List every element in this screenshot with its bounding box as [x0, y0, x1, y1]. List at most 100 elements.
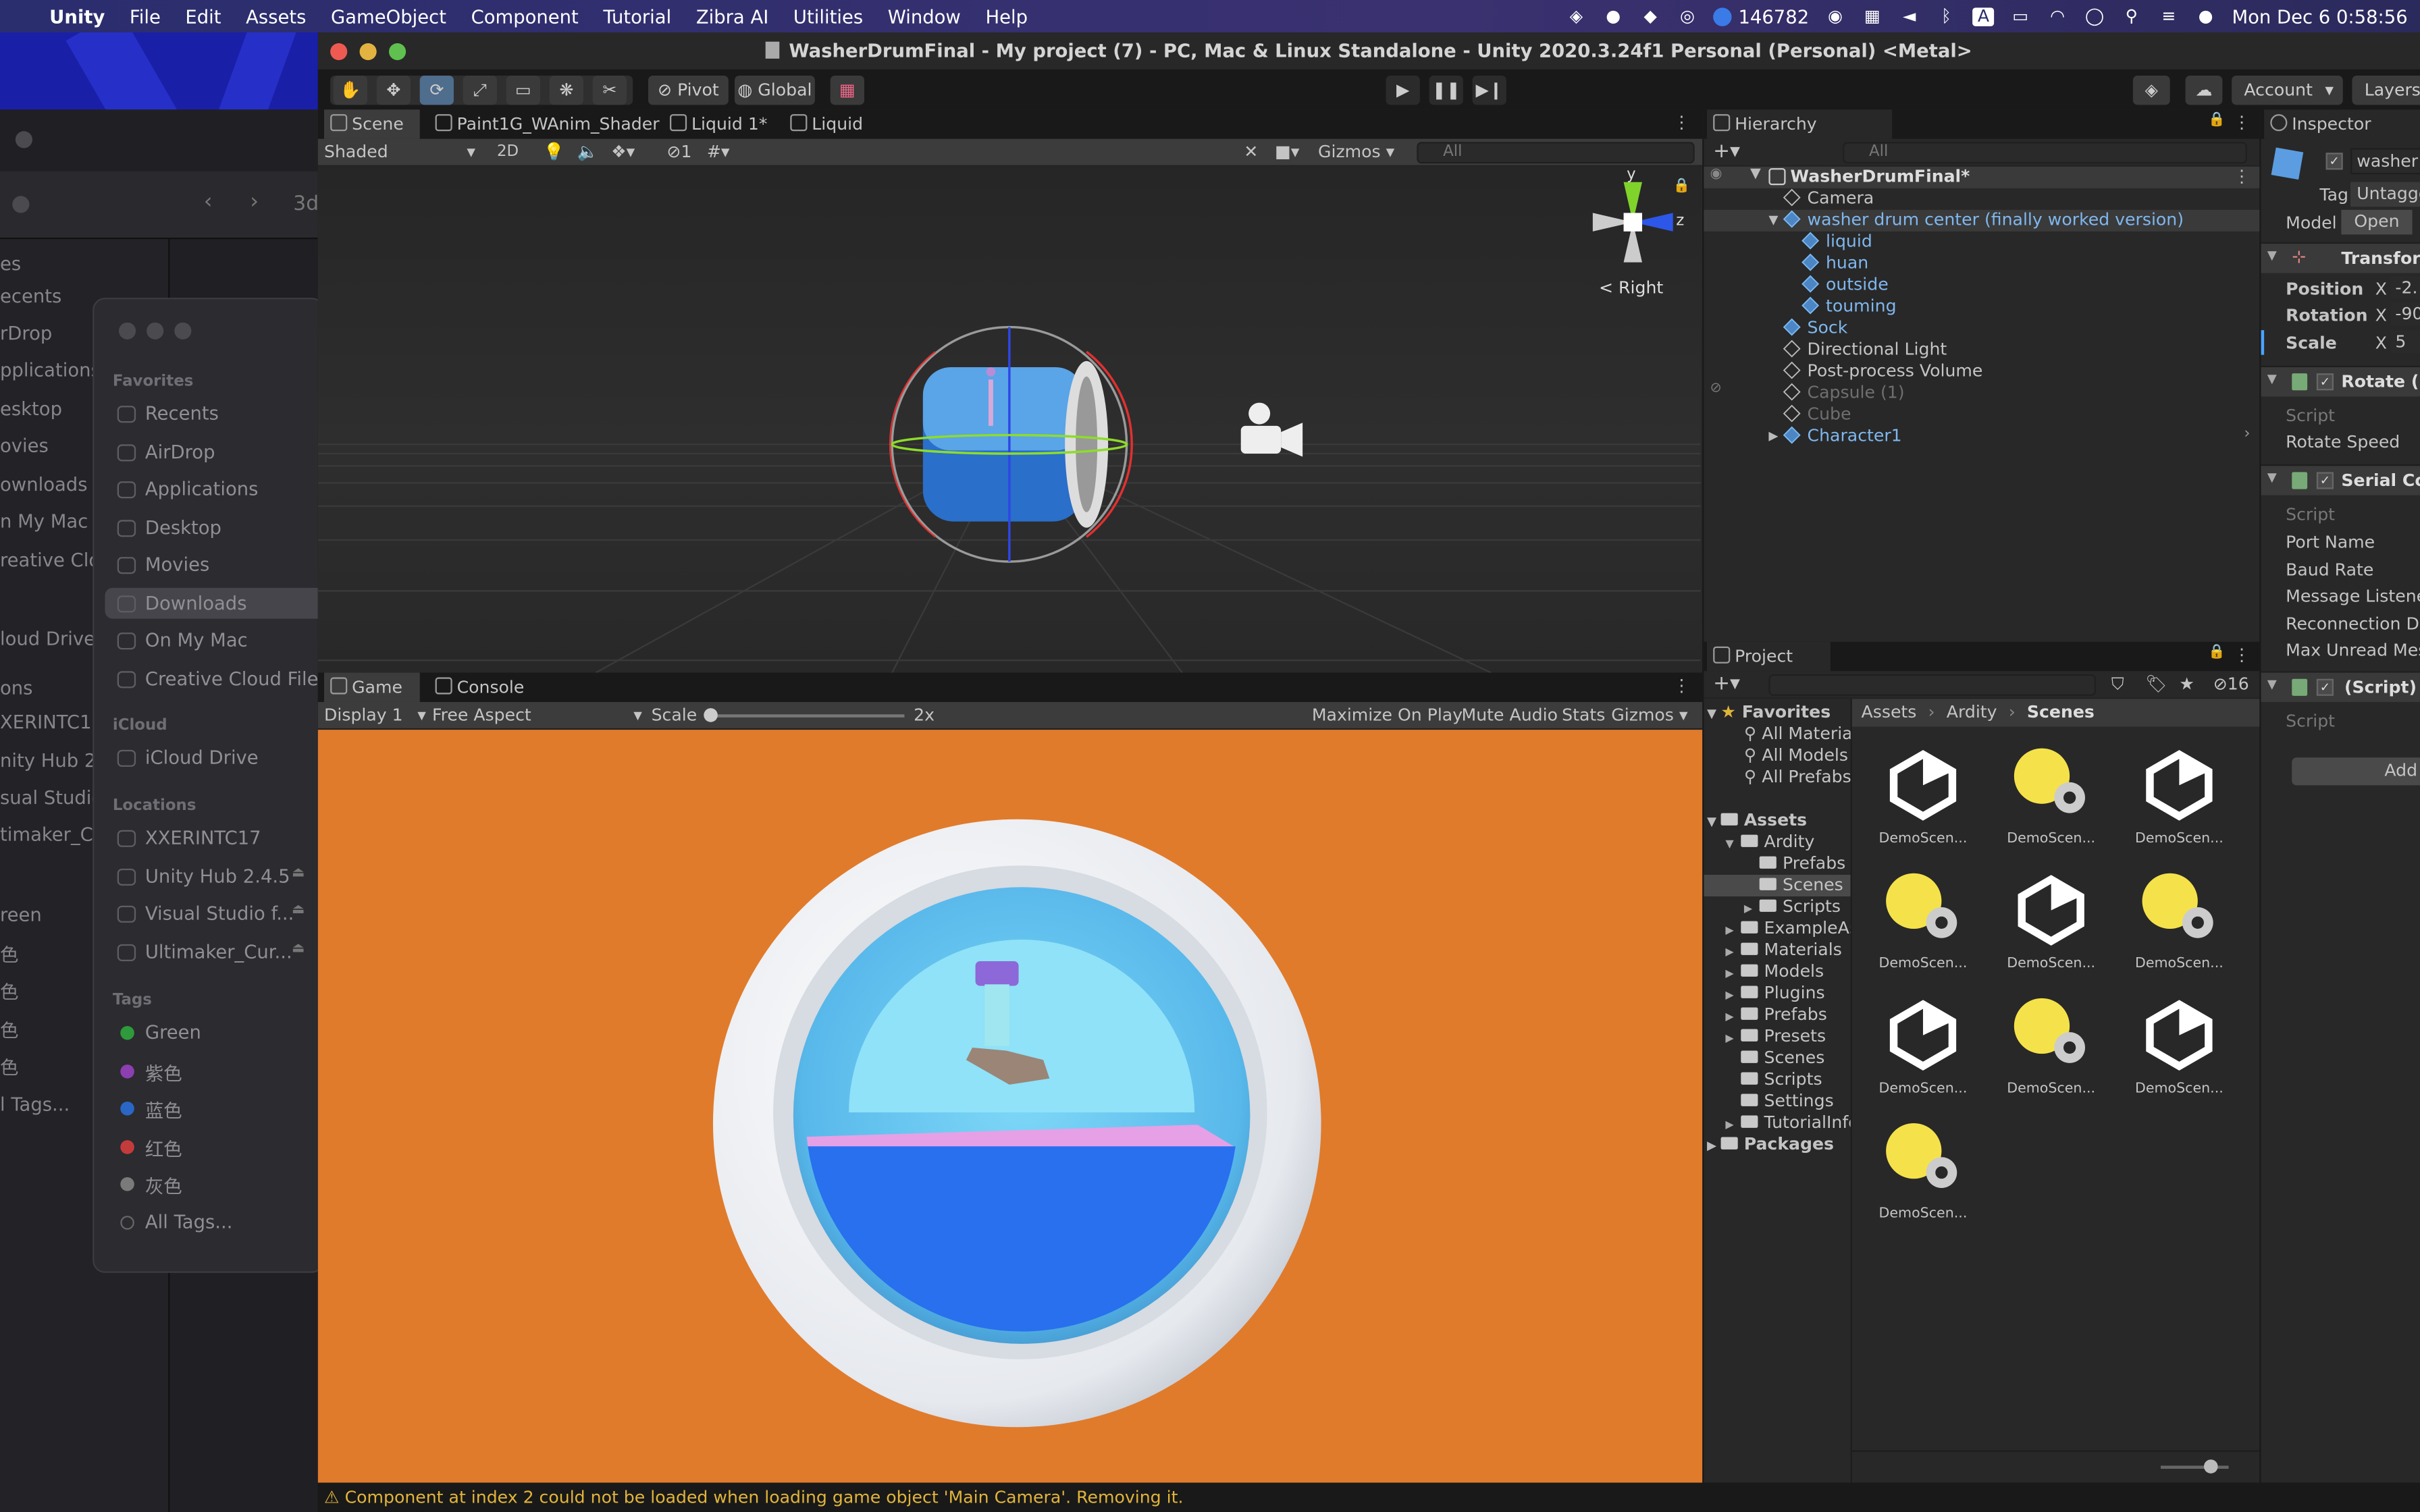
finder-item-1[interactable]: AirDrop [145, 441, 215, 462]
tab-game[interactable]: Game [323, 672, 420, 702]
hierarchy-item[interactable]: touming [1704, 296, 2259, 318]
asset-scene-file[interactable]: DemoScen... [1995, 867, 2107, 979]
project-folder-item[interactable]: Scenes [1704, 874, 1851, 896]
more-options-icon[interactable]: ⋮ [2233, 167, 2250, 187]
menu-window[interactable]: Window [875, 5, 973, 27]
menubar-clock[interactable]: Mon Dec 6 0:58:56 [2232, 5, 2407, 27]
script-enabled-checkbox[interactable]: ✓ [2316, 678, 2334, 696]
project-folder-item[interactable]: ▼ Ardity [1704, 832, 1850, 853]
battery-icon[interactable]: ▭ [2009, 6, 2031, 25]
project-folder-item[interactable]: Prefabs [1704, 853, 1850, 875]
cloud-counter-badge[interactable]: 146782 [1713, 5, 1809, 27]
project-folder-item[interactable]: ▶ Materials [1704, 940, 1850, 961]
zoom-button[interactable] [388, 43, 406, 61]
scale-slider-handle[interactable] [704, 708, 718, 722]
menu-help[interactable]: Help [973, 5, 1040, 27]
keyboard-icon[interactable]: ▦ [1862, 6, 1883, 25]
back-window-dot[interactable] [15, 131, 32, 148]
more-options-icon[interactable]: ⋮ [2233, 113, 2250, 133]
hierarchy-item[interactable]: liquid [1704, 232, 2259, 253]
maximize-on-play-toggle[interactable]: Maximize On Play [1312, 703, 1463, 728]
favorite-search-item[interactable]: ⚲ All Prefabs [1744, 767, 1851, 788]
project-folder-item[interactable]: Scenes [1704, 1048, 1850, 1069]
favorite-search-item[interactable]: ⚲ All Materia [1744, 724, 1851, 745]
favorite-star-icon[interactable]: ★ [2179, 673, 2194, 698]
transform-tool-button[interactable]: ❋ [549, 75, 583, 105]
menu-gameobject[interactable]: GameObject [319, 5, 459, 27]
finder-minimize-button[interactable] [147, 322, 164, 340]
project-folder-item[interactable]: ▶ Presets [1704, 1026, 1850, 1048]
project-folder-item[interactable]: ▶ TutorialInfo [1704, 1112, 1850, 1134]
bluetooth-icon[interactable]: ᛒ [1936, 6, 1957, 25]
lock-icon[interactable]: 🔒 [1673, 179, 1691, 194]
scene-search-input[interactable]: All [1417, 142, 1695, 164]
sync-icon[interactable]: ◎ [1677, 6, 1698, 25]
rotate-tool-button[interactable]: ⟳ [419, 75, 454, 105]
menu-tutorial[interactable]: Tutorial [591, 5, 683, 27]
finder-item-7[interactable]: Creative Cloud Files [145, 668, 328, 689]
search-status-icon[interactable]: ◉ [1824, 6, 1846, 25]
view-direction-label[interactable]: < Right [1599, 277, 1663, 298]
more-options-icon[interactable]: ⋮ [1673, 113, 1690, 133]
expand-arrow-icon[interactable]: ▼ [1768, 210, 1778, 232]
hierarchy-item[interactable]: Directional Light [1704, 340, 2259, 361]
hierarchy-item[interactable]: Cube [1704, 404, 2259, 426]
dropbox-icon[interactable]: ◆ [1639, 6, 1661, 25]
finder-location-0[interactable]: XXERINTC17 [145, 827, 261, 848]
aspect-dropdown[interactable]: Free Aspect ▾ [432, 703, 642, 728]
eject-icon[interactable]: ⏏ [292, 865, 305, 880]
asset-scene-file[interactable]: DemoScen... [2124, 867, 2235, 979]
hierarchy-item[interactable]: Post-process Volume [1704, 361, 2259, 383]
project-search-input[interactable] [1768, 674, 2096, 696]
move-tool-button[interactable]: ✥ [376, 75, 411, 105]
volume-icon[interactable]: ◄ [1899, 6, 1920, 25]
serial-enabled-checkbox[interactable]: ✓ [2316, 472, 2334, 489]
stats-toggle[interactable]: Stats [1562, 703, 1605, 728]
eject-icon[interactable]: ⏏ [292, 940, 305, 956]
user-icon[interactable]: ◯ [2084, 6, 2105, 25]
project-folder-item[interactable]: ▶ Models [1704, 961, 1850, 983]
display-dropdown[interactable]: Display 1 ▾ [324, 703, 426, 728]
favorite-search-item[interactable]: ⚲ All Models [1744, 745, 1848, 767]
step-button[interactable]: ▶❙ [1472, 75, 1506, 105]
finder-item-5[interactable]: Downloads [145, 592, 247, 614]
finder-tag-4[interactable]: 灰色 [145, 1172, 182, 1199]
spotlight-icon[interactable]: ⚲ [2121, 6, 2142, 25]
effects-toggle-icon[interactable]: ❖▾ [611, 140, 635, 165]
menu-utilities[interactable]: Utilities [781, 5, 876, 27]
serial-component-header[interactable]: ▼ ✓ Serial Cor [2261, 464, 2420, 495]
camera-settings-icon[interactable]: ■▾ [1275, 140, 1299, 165]
finder-location-1[interactable]: Unity Hub 2.4.5 [145, 865, 290, 886]
packages-folder[interactable]: ▶ Packages [1707, 1134, 1834, 1156]
active-checkbox[interactable]: ✓ [2325, 153, 2343, 170]
tab-paint-shader[interactable]: Paint1G_WAnim_Shader [429, 109, 660, 138]
tab-inspector[interactable]: Inspector [2264, 109, 2420, 139]
eye-icon[interactable]: ◉ [1710, 167, 1722, 182]
eject-icon[interactable]: ⏏ [292, 902, 305, 918]
rotate-enabled-checkbox[interactable]: ✓ [2316, 373, 2334, 391]
favorites-folder[interactable]: ▼ ★ Favorites [1707, 702, 1831, 724]
project-folder-item[interactable]: ▶ Prefabs [1704, 1004, 1850, 1026]
hierarchy-item[interactable]: Sock [1704, 318, 2259, 340]
status-bar[interactable]: ⚠ Component at index 2 could not be load… [317, 1482, 2420, 1512]
play-button[interactable]: ▶ [1386, 75, 1420, 105]
finder-tag-5[interactable]: All Tags... [145, 1210, 233, 1232]
model-open-button[interactable]: Open [2341, 209, 2413, 235]
tab-scene[interactable]: Scene [323, 109, 420, 139]
pause-button[interactable]: ❚❚ [1429, 75, 1463, 105]
asset-scene-file[interactable]: DemoScen... [1995, 992, 2107, 1104]
more-options-icon[interactable]: ⋮ [2233, 645, 2250, 665]
cloud-button[interactable]: ☁ [2185, 75, 2223, 105]
rotate-component-header[interactable]: ▼ ✓ Rotate (S [2261, 365, 2420, 397]
wifi-icon[interactable]: ◠ [2047, 6, 2068, 25]
project-folder-item[interactable]: ▶ Scripts [1704, 896, 1850, 918]
finder-location-2[interactable]: Visual Studio f... [145, 902, 294, 924]
finder-item-6[interactable]: On My Mac [145, 630, 248, 651]
custom-tool-button[interactable]: ✂ [592, 75, 627, 105]
hierarchy-item[interactable]: huan [1704, 253, 2259, 275]
menu-edit[interactable]: Edit [173, 5, 234, 27]
assets-folder[interactable]: ▼ Assets [1707, 810, 1807, 832]
scene-viewport[interactable]: y z < Right 🔒 [317, 166, 1701, 673]
game-viewport[interactable] [317, 730, 1703, 1483]
tab-console[interactable]: Console [429, 673, 540, 702]
